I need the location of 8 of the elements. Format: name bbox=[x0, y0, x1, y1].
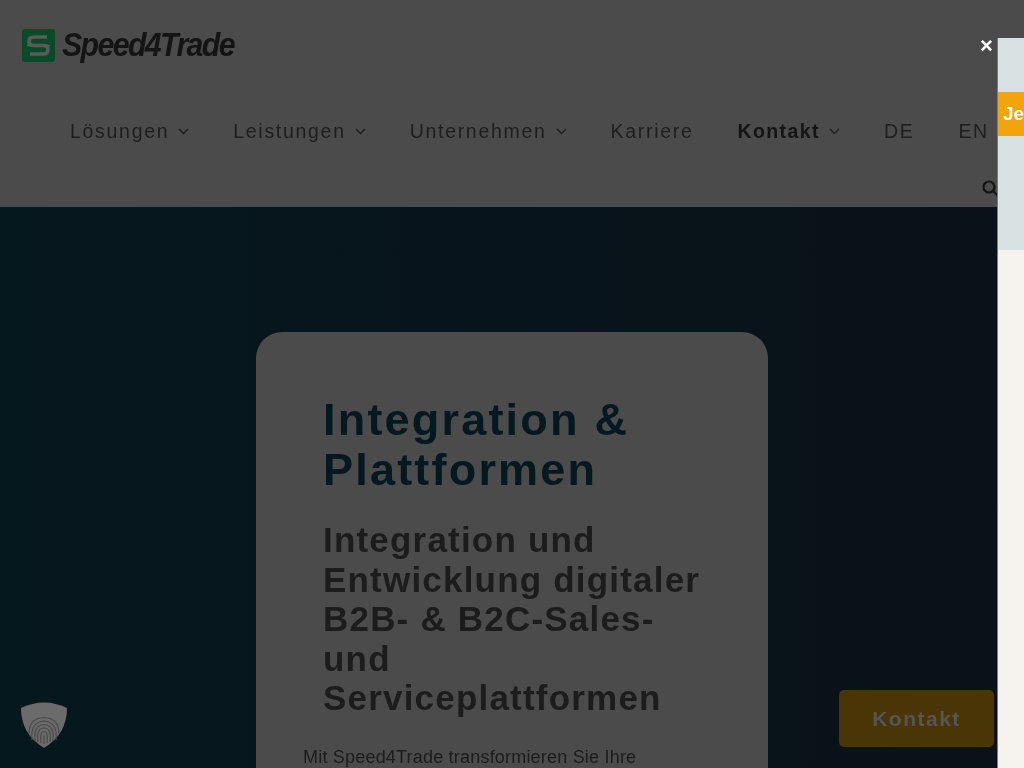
panel-banner: Je bbox=[998, 92, 1024, 136]
nav-link[interactable]: Kontakt bbox=[737, 118, 840, 144]
search-icon[interactable] bbox=[982, 180, 999, 197]
close-button[interactable]: × bbox=[978, 35, 995, 57]
hero-title: Integration & Plattformen bbox=[323, 395, 631, 495]
contact-button[interactable]: Kontakt bbox=[839, 690, 994, 747]
logo-text[interactable]: Speed4Trade bbox=[62, 25, 234, 65]
fingerprint-shield-icon[interactable] bbox=[20, 700, 68, 748]
